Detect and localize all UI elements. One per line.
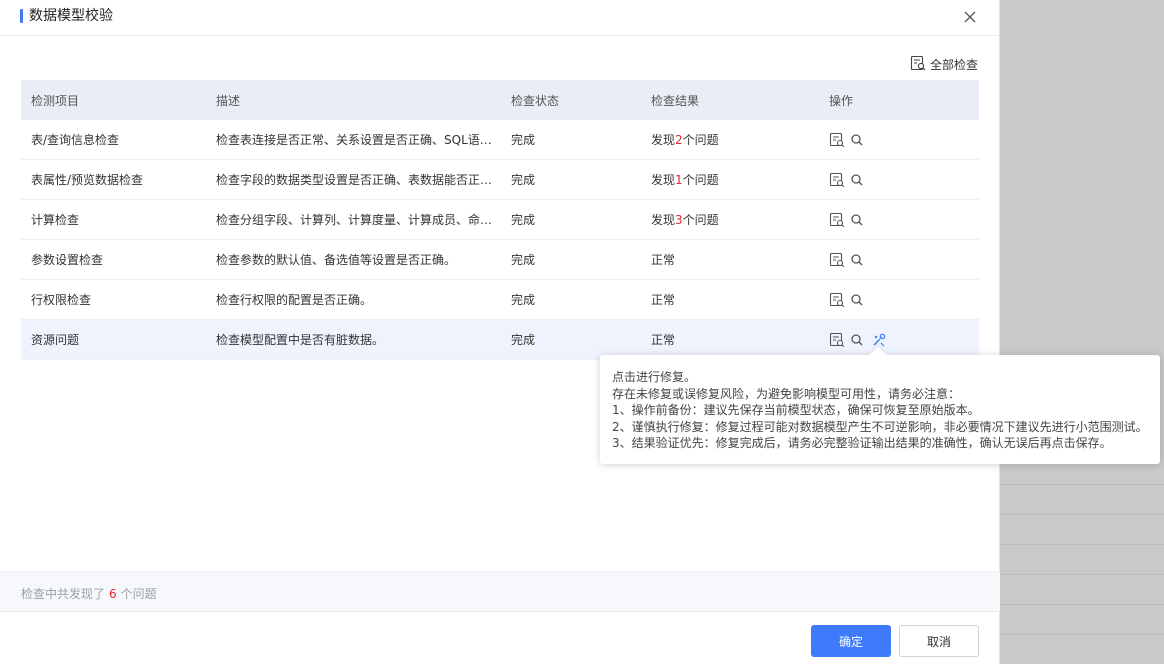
header-item: 检测项目 xyxy=(31,93,80,108)
view-detail-icon[interactable] xyxy=(829,132,845,148)
background-panel xyxy=(1000,0,1164,664)
table-row: 表/查询信息检查 检查表连接是否正常、关系设置是否正确、SQL语… 完成 发现2个问题 xyxy=(21,120,979,160)
result-prefix: 正常 xyxy=(651,333,676,347)
table-body: 表/查询信息检查 检查表连接是否正常、关系设置是否正确、SQL语… 完成 发现2个问题… xyxy=(21,120,979,360)
cell-item: 参数设置检查 xyxy=(31,253,104,267)
check-table: 检测项目 描述 检查状态 检查结果 操作 表/查询信息检查 检查表连接是否正常、关… xyxy=(21,80,979,360)
result-suffix: 个问题 xyxy=(682,133,719,147)
header-actions: 操作 xyxy=(829,93,854,108)
cell-result: 正常 xyxy=(641,331,819,348)
background-divider xyxy=(1000,484,1164,485)
cell-desc: 检查参数的默认值、备选值等设置是否正确。 xyxy=(216,253,457,267)
model-check-dialog: 数据模型校验 全部检查 检测项目 描述 检查状态 检查结果 操作 表/查询信息检… xyxy=(0,0,1160,664)
search-icon[interactable] xyxy=(849,132,865,148)
cell-desc: 检查分组字段、计算列、计算度量、计算成员、命… xyxy=(216,213,493,227)
background-divider xyxy=(1000,634,1164,635)
cell-actions xyxy=(819,132,979,148)
cell-status: 完成 xyxy=(511,293,536,307)
result-count: 3 xyxy=(675,213,683,227)
result-suffix: 个问题 xyxy=(682,173,719,187)
search-icon[interactable] xyxy=(849,172,865,188)
result-prefix: 发现 xyxy=(651,173,676,187)
cell-result: 发现2个问题 xyxy=(641,131,819,148)
cell-status: 完成 xyxy=(511,213,536,227)
view-detail-icon[interactable] xyxy=(829,212,845,228)
result-prefix: 发现 xyxy=(651,213,676,227)
background-divider xyxy=(1000,604,1164,605)
cell-status: 完成 xyxy=(511,173,536,187)
tooltip-line: 存在未修复或误修复风险，为避免影响模型可用性，请务必注意： xyxy=(612,386,961,401)
cell-actions xyxy=(819,172,979,188)
cell-actions xyxy=(819,212,979,228)
cancel-button[interactable]: 取消 xyxy=(899,625,979,657)
search-icon[interactable] xyxy=(849,212,865,228)
background-divider xyxy=(1000,514,1164,515)
check-all-label: 全部检查 xyxy=(930,57,979,72)
cell-actions xyxy=(819,292,979,308)
background-divider xyxy=(1000,574,1164,575)
summary-text: 检查中共发现了 6 个问题 xyxy=(21,585,157,602)
table-row: 参数设置检查 检查参数的默认值、备选值等设置是否正确。 完成 正常 xyxy=(21,240,979,280)
tooltip-line: 点击进行修复。 xyxy=(612,370,697,384)
header-status: 检查状态 xyxy=(511,93,560,108)
summary-prefix: 检查中共发现了 xyxy=(21,587,106,601)
view-detail-icon[interactable] xyxy=(829,332,845,348)
table-row: 计算检查 检查分组字段、计算列、计算度量、计算成员、命… 完成 发现3个问题 xyxy=(21,200,979,240)
confirm-button[interactable]: 确定 xyxy=(811,625,891,657)
cell-item: 资源问题 xyxy=(31,333,80,347)
cell-actions xyxy=(819,252,979,268)
check-all-icon xyxy=(910,55,926,74)
table-header: 检测项目 描述 检查状态 检查结果 操作 xyxy=(21,80,979,120)
result-prefix: 发现 xyxy=(651,133,676,147)
background-divider xyxy=(1000,544,1164,545)
cell-status: 完成 xyxy=(511,133,536,147)
cell-desc: 检查行权限的配置是否正确。 xyxy=(216,293,373,307)
repair-tooltip: 点击进行修复。 存在未修复或误修复风险，为避免影响模型可用性，请务必注意： 1、… xyxy=(600,346,1160,464)
dialog-title: 数据模型校验 xyxy=(29,8,113,24)
cell-result: 发现1个问题 xyxy=(641,171,819,188)
view-detail-icon[interactable] xyxy=(829,292,845,308)
table-row: 表属性/预览数据检查 检查字段的数据类型设置是否正确、表数据能否正… 完成 发现1个问… xyxy=(21,160,979,200)
view-detail-icon[interactable] xyxy=(829,252,845,268)
cell-status: 完成 xyxy=(511,333,536,347)
tooltip-line: 1、操作前备份：建议先保存当前模型状态，确保可恢复至原始版本。 xyxy=(612,403,980,417)
title-accent-bar xyxy=(20,9,23,23)
result-suffix: 个问题 xyxy=(682,213,719,227)
header-desc: 描述 xyxy=(216,93,241,108)
repair-icon[interactable] xyxy=(871,332,887,348)
cell-item: 表属性/预览数据检查 xyxy=(31,173,144,187)
summary-suffix: 个问题 xyxy=(120,587,157,601)
cell-item: 计算检查 xyxy=(31,213,80,227)
table-row: 行权限检查 检查行权限的配置是否正确。 完成 正常 xyxy=(21,280,979,320)
cell-result: 正常 xyxy=(641,291,819,308)
view-detail-icon[interactable] xyxy=(829,172,845,188)
result-count: 2 xyxy=(675,133,683,147)
dialog-footer: 确定 取消 xyxy=(0,611,1000,664)
result-prefix: 正常 xyxy=(651,293,676,307)
cell-desc: 检查表连接是否正常、关系设置是否正确、SQL语… xyxy=(216,133,492,147)
cell-result: 发现3个问题 xyxy=(641,211,819,228)
cell-result: 正常 xyxy=(641,251,819,268)
header-result: 检查结果 xyxy=(651,93,700,108)
search-icon[interactable] xyxy=(849,332,865,348)
check-all-button[interactable]: 全部检查 xyxy=(910,55,978,73)
dialog-header: 数据模型校验 xyxy=(0,0,1000,36)
table-row: 资源问题 检查模型配置中是否有脏数据。 完成 正常 xyxy=(21,320,979,360)
cell-desc: 检查字段的数据类型设置是否正确、表数据能否正… xyxy=(216,173,493,187)
search-icon[interactable] xyxy=(849,252,865,268)
close-icon[interactable] xyxy=(962,9,978,25)
cell-item: 表/查询信息检查 xyxy=(31,133,120,147)
cell-status: 完成 xyxy=(511,253,536,267)
summary-count: 6 xyxy=(109,587,117,601)
tooltip-line: 3、结果验证优先：修复完成后，请务必完整验证输出结果的准确性，确认无误后再点击保… xyxy=(612,436,1112,450)
result-count: 1 xyxy=(675,173,683,187)
cell-item: 行权限检查 xyxy=(31,293,92,307)
cell-desc: 检查模型配置中是否有脏数据。 xyxy=(216,333,385,347)
search-icon[interactable] xyxy=(849,292,865,308)
cell-actions xyxy=(819,332,979,348)
tooltip-line: 2、谨慎执行修复：修复过程可能对数据模型产生不可逆影响，非必要情况下建议先进行小… xyxy=(612,419,1148,434)
result-prefix: 正常 xyxy=(651,253,676,267)
summary-bar: 检查中共发现了 6 个问题 xyxy=(0,571,1000,611)
